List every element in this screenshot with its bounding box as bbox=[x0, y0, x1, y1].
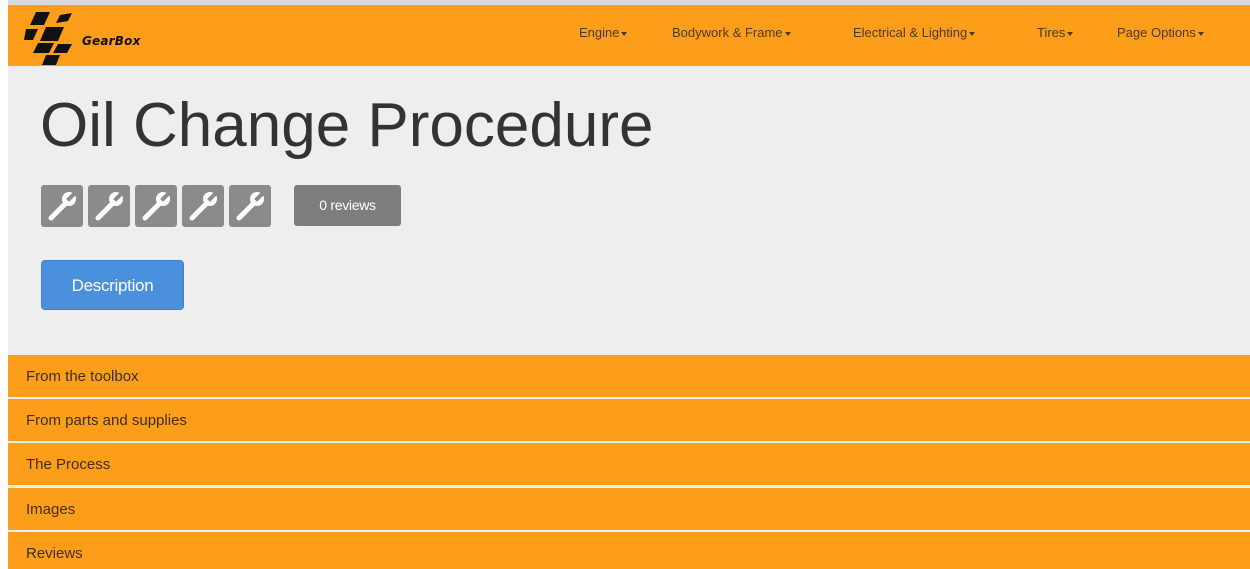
section-from-the-toolbox[interactable]: From the toolbox bbox=[8, 355, 1250, 397]
section-from-parts-and-supplies[interactable]: From parts and supplies bbox=[8, 399, 1250, 441]
caret-down-icon bbox=[969, 31, 976, 36]
page: GearBox Engine Bodywork & Frame Electric… bbox=[8, 5, 1250, 569]
rating-wrench-2[interactable] bbox=[88, 185, 130, 227]
caret-down-icon bbox=[621, 31, 628, 36]
nav-tires-label: Tires bbox=[1037, 25, 1066, 40]
nav-engine-label: Engine bbox=[579, 25, 620, 40]
section-images[interactable]: Images bbox=[8, 488, 1250, 530]
caret-down-icon bbox=[1197, 31, 1204, 36]
page-title: Oil Change Procedure bbox=[40, 91, 654, 160]
nav-bodywork-frame-label: Bodywork & Frame bbox=[672, 25, 783, 40]
nav-electrical-lighting[interactable]: Electrical & Lighting bbox=[853, 25, 976, 40]
wrench-icon bbox=[142, 188, 174, 221]
rating-wrench-1[interactable] bbox=[41, 185, 83, 227]
wrench-icon bbox=[95, 188, 127, 221]
section-reviews[interactable]: Reviews bbox=[8, 532, 1250, 569]
wrench-icon bbox=[236, 188, 268, 221]
section-label: The Process bbox=[26, 456, 111, 473]
caret-down-icon bbox=[784, 31, 791, 36]
wrench-icon bbox=[48, 188, 80, 221]
rating-wrench-4[interactable] bbox=[182, 185, 224, 227]
section-label: Reviews bbox=[26, 545, 83, 562]
nav-electrical-lighting-label: Electrical & Lighting bbox=[853, 25, 968, 40]
rating-wrench-5[interactable] bbox=[229, 185, 271, 227]
section-label: Images bbox=[26, 501, 76, 518]
navbar: GearBox Engine Bodywork & Frame Electric… bbox=[8, 5, 1250, 66]
nav-page-options[interactable]: Page Options bbox=[1117, 25, 1204, 40]
brand-name: GearBox bbox=[82, 34, 141, 48]
brand-logo[interactable]: GearBox bbox=[24, 9, 164, 65]
description-button[interactable]: Description bbox=[41, 260, 184, 310]
nav-tires[interactable]: Tires bbox=[1037, 25, 1074, 40]
reviews-count-badge: 0 reviews bbox=[294, 185, 401, 226]
nav-bodywork-frame[interactable]: Bodywork & Frame bbox=[672, 25, 791, 40]
caret-down-icon bbox=[1067, 31, 1074, 36]
section-label: From the toolbox bbox=[26, 368, 139, 385]
section-the-process[interactable]: The Process bbox=[8, 443, 1250, 485]
nav-engine[interactable]: Engine bbox=[579, 25, 628, 40]
section-label: From parts and supplies bbox=[26, 412, 187, 429]
nav-page-options-label: Page Options bbox=[1117, 25, 1196, 40]
rating-wrench-3[interactable] bbox=[135, 185, 177, 227]
wrench-icon bbox=[189, 188, 221, 221]
